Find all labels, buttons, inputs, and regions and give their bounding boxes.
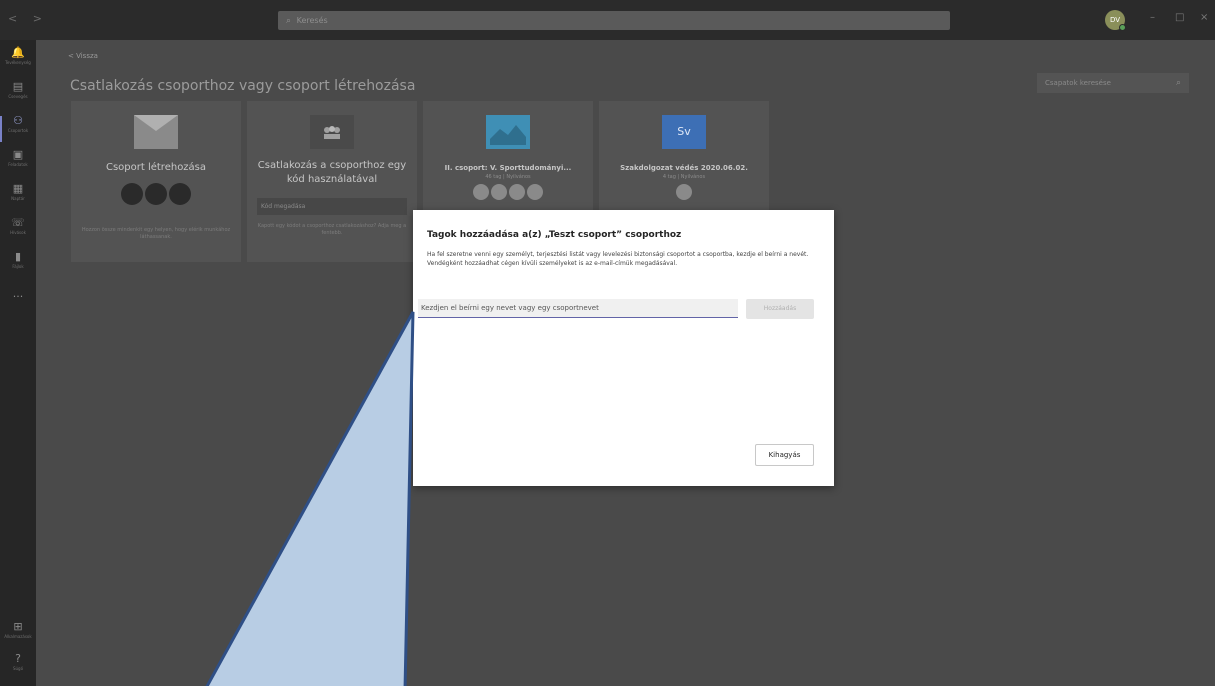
page-title: Csatlakozás csoporthoz vagy csoport létr… (70, 78, 416, 94)
search-icon: ⌕ (286, 16, 292, 26)
title-bar: < > ⌕ Keresés DV – □ × (0, 0, 1215, 40)
search-input[interactable]: ⌕ Keresés (278, 11, 950, 30)
team-image (486, 115, 530, 149)
member-avatars (423, 184, 593, 204)
create-team-icon (134, 115, 178, 149)
maximize-button[interactable]: □ (1175, 12, 1184, 23)
team-code-input[interactable]: Kód megadása (257, 198, 407, 215)
assignments-icon: ▣ (12, 148, 24, 161)
rail-item-apps[interactable]: ⊞ Alkalmazások (0, 620, 36, 650)
avatar[interactable]: DV (1105, 10, 1126, 31)
calendar-icon: ▦ (12, 182, 24, 195)
apps-icon: ⊞ (13, 620, 23, 633)
add-button[interactable]: Hozzáadás (746, 299, 814, 319)
files-icon: ▮ (14, 250, 22, 263)
card-title: II. csoport: V. Sporttudományi... (444, 164, 572, 172)
help-icon: ? (15, 652, 21, 665)
create-team-card[interactable]: Csoport létrehozása Hozzon össze mindenk… (71, 101, 241, 262)
rail-item-help[interactable]: ? Súgó (0, 652, 36, 682)
rail-item-chat[interactable]: ▤ Csevegés (0, 80, 36, 110)
member-search-input[interactable]: Kezdjen el beírni egy nevet vagy egy cso… (418, 299, 738, 318)
people-icon (310, 115, 354, 149)
avatar-initials: DV (1109, 16, 1121, 24)
dialog-description: Ha fel szeretne venni egy személyt, terj… (427, 251, 809, 267)
app-rail: 🔔 Tevékenység ▤ Csevegés ⚇ Csoportok ▣ F… (0, 40, 36, 686)
team-badge: Sv (662, 115, 706, 149)
card-desc: Hozzon össze mindenkit egy helyen, hogy … (81, 227, 231, 240)
calls-icon: ☏ (11, 216, 25, 229)
add-members-dialog: Tagok hozzáadása a(z) „Teszt csoport” cs… (413, 210, 834, 486)
minimize-button[interactable]: – (1150, 12, 1155, 23)
teams-icon: ⚇ (13, 114, 23, 127)
join-with-code-card: Csatlakozás a csoporthoz egy kód használ… (247, 101, 417, 262)
team-search-placeholder: Csapatok keresése (1045, 79, 1111, 87)
bell-icon: 🔔 (11, 46, 25, 59)
search-placeholder: Keresés (296, 16, 328, 25)
card-desc: Kapott egy kódot a csoporthoz csatlakozá… (257, 223, 407, 236)
skip-button[interactable]: Kihagyás (755, 444, 814, 466)
rail-item-more[interactable]: ··· (0, 290, 36, 320)
rail-item-teams[interactable]: ⚇ Csoportok (0, 114, 36, 144)
nav-arrows[interactable]: < > (8, 12, 48, 25)
card-members: 4 tag | Nyilvános (662, 174, 706, 180)
member-avatars (599, 184, 769, 204)
back-link[interactable]: < Vissza (68, 52, 98, 60)
close-button[interactable]: × (1200, 12, 1208, 23)
rail-item-calls[interactable]: ☏ Hívások (0, 216, 36, 246)
chat-icon: ▤ (12, 80, 24, 93)
team-search-input[interactable]: Csapatok keresése ⌕ (1037, 73, 1189, 93)
card-members: 46 tag | Nyilvános (485, 174, 531, 180)
member-avatars (71, 183, 241, 209)
more-icon: ··· (12, 290, 24, 303)
rail-item-assignments[interactable]: ▣ Feladatok (0, 148, 36, 178)
dialog-title: Tagok hozzáadása a(z) „Teszt csoport” cs… (427, 230, 682, 240)
rail-item-activity[interactable]: 🔔 Tevékenység (0, 46, 36, 76)
card-title: Csoport létrehozása (105, 162, 207, 173)
search-icon: ⌕ (1175, 78, 1181, 88)
card-title: Csatlakozás a csoporthoz egy kód használ… (257, 160, 407, 185)
card-title: Szakdolgozat védés 2020.06.02. (620, 164, 748, 172)
presence-icon (1119, 24, 1126, 31)
rail-item-files[interactable]: ▮ Fájlok (0, 250, 36, 280)
rail-item-calendar[interactable]: ▦ Naptár (0, 182, 36, 212)
